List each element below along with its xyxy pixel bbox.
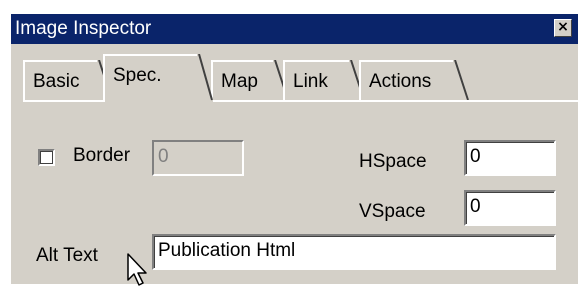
tab-actions[interactable]: Actions	[359, 60, 469, 102]
hspace-field[interactable]: 0	[464, 140, 556, 176]
tab-basic[interactable]: Basic	[23, 60, 113, 102]
tab-link[interactable]: Link	[283, 60, 365, 102]
window-title: Image Inspector	[15, 18, 152, 39]
tab-map-label: Map	[221, 71, 258, 92]
tab-link-label: Link	[293, 71, 328, 92]
tab-spec-label: Spec.	[113, 65, 162, 86]
border-checkbox[interactable]	[38, 149, 55, 166]
tab-edge	[453, 60, 469, 102]
tab-actions-label: Actions	[369, 71, 432, 92]
image-inspector-window: Image Inspector × Basic Spec. Map Link A…	[9, 12, 581, 286]
mouse-pointer-icon	[127, 253, 147, 286]
border-field[interactable]: 0	[152, 140, 244, 176]
vspace-label: VSpace	[359, 201, 426, 222]
tab-map[interactable]: Map	[211, 60, 289, 102]
close-icon: ×	[557, 19, 569, 35]
tab-edge	[197, 54, 213, 102]
alt-text-label: Alt Text	[36, 245, 98, 266]
border-label: Border	[73, 145, 131, 166]
close-button[interactable]: ×	[554, 19, 572, 37]
title-bar[interactable]: Image Inspector ×	[11, 14, 578, 44]
tab-strip: Basic Spec. Map Link Actions	[23, 54, 581, 102]
spec-panel: Border 0 HSpace 0 VSpace 0 Alt Text Publ…	[11, 102, 578, 286]
hspace-label: HSpace	[359, 151, 427, 172]
tab-basic-label: Basic	[33, 71, 80, 92]
vspace-field[interactable]: 0	[464, 190, 556, 226]
tab-spec[interactable]: Spec.	[103, 54, 213, 102]
alt-text-field[interactable]: Publication Html	[152, 234, 556, 270]
